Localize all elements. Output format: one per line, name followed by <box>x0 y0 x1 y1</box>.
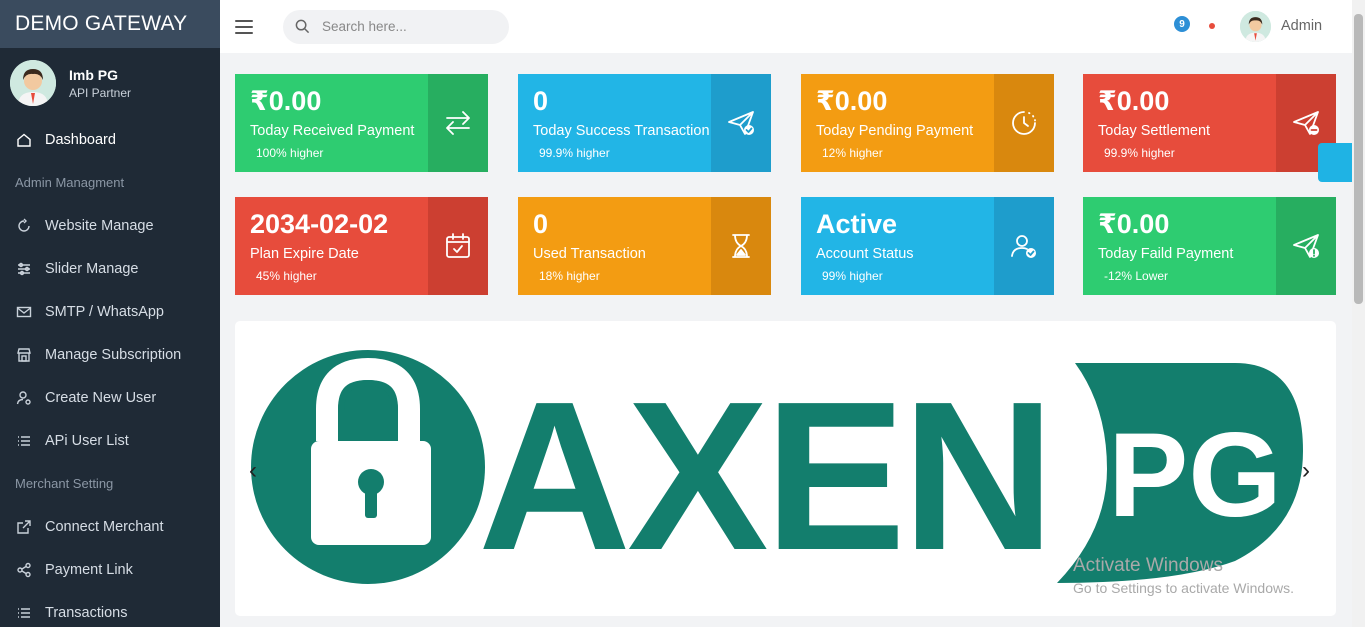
card-trend: 99% higher <box>822 269 883 283</box>
share-icon <box>15 561 33 579</box>
nav-website-manage[interactable]: Website Manage <box>0 204 220 247</box>
notification-badge[interactable]: 9 <box>1174 16 1190 32</box>
card-trend: 12% higher <box>822 146 883 160</box>
nav-slider-manage[interactable]: Slider Manage <box>0 247 220 290</box>
card-label: Plan Expire Date <box>250 246 359 262</box>
stat-card-used-transaction[interactable]: 0 Used Transaction 18% higher <box>518 197 771 295</box>
nav-label: Payment Link <box>45 561 133 578</box>
activation-watermark-title: Activate Windows <box>1073 555 1223 576</box>
search-icon <box>295 19 310 34</box>
card-value: ₹0.00 <box>250 86 322 116</box>
nav-connect-merchant[interactable]: Connect Merchant <box>0 505 220 548</box>
stat-card-settlement[interactable]: ₹0.00 Today Settlement 99.9% higher <box>1083 74 1336 172</box>
card-label: Today Settlement <box>1098 123 1211 139</box>
transfer-icon <box>428 74 488 172</box>
card-value: Active <box>816 209 898 239</box>
card-label: Account Status <box>816 246 914 262</box>
user-avatar[interactable] <box>1240 11 1271 42</box>
user-name[interactable]: Admin <box>1281 18 1322 34</box>
calendar-check-icon <box>428 197 488 295</box>
menu-toggle-icon[interactable] <box>235 19 253 34</box>
stat-card-plan-expire[interactable]: 2034-02-02 Plan Expire Date 45% higher <box>235 197 488 295</box>
nav-label: SMTP / WhatsApp <box>45 303 164 320</box>
card-trend: 18% higher <box>539 269 600 283</box>
nav-label: APi User List <box>45 432 129 449</box>
nav-dashboard[interactable]: Dashboard <box>0 118 220 161</box>
card-value: 0 <box>533 209 549 239</box>
card-label: Today Pending Payment <box>816 123 974 139</box>
sliders-icon <box>15 260 33 278</box>
send-alert-icon <box>1276 197 1336 295</box>
avatar <box>10 60 56 106</box>
card-value: 2034-02-02 <box>250 209 389 239</box>
card-trend: 99.9% higher <box>539 146 610 160</box>
stat-card-failed-payment[interactable]: ₹0.00 Today Faild Payment -12% Lower <box>1083 197 1336 295</box>
nav-manage-subscription[interactable]: Manage Subscription <box>0 333 220 376</box>
card-trend: -12% Lower <box>1104 269 1169 283</box>
card-label: Today Received Payment <box>250 123 415 139</box>
card-label: Used Transaction <box>533 246 646 262</box>
list-icon <box>15 432 33 450</box>
card-trend: 100% higher <box>256 146 324 160</box>
card-label: Today Faild Payment <box>1098 246 1234 262</box>
nav-label: Manage Subscription <box>45 346 182 363</box>
store-icon <box>15 346 33 364</box>
profile-name: Imb PG <box>69 66 119 83</box>
search-input[interactable] <box>322 19 492 34</box>
nav-label: Slider Manage <box>45 260 139 277</box>
card-value: ₹0.00 <box>1098 86 1170 116</box>
nav-smtp-whatsapp[interactable]: SMTP / WhatsApp <box>0 290 220 333</box>
stat-card-pending-payment[interactable]: ₹0.00 Today Pending Payment 12% higher <box>801 74 1054 172</box>
card-value: ₹0.00 <box>1098 209 1170 239</box>
nav-label: Connect Merchant <box>45 518 164 535</box>
user-settings-icon <box>15 389 33 407</box>
logo-badge-text: PG <box>1108 408 1281 542</box>
brand-title[interactable]: DEMO GATEWAY <box>0 0 220 48</box>
home-icon <box>15 131 33 149</box>
nav-label: Dashboard <box>45 131 116 148</box>
sidebar: DEMO GATEWAY Imb PG API Partner Dashboar… <box>0 0 220 627</box>
nav-create-new-user[interactable]: Create New User <box>0 376 220 419</box>
hourglass-icon <box>711 197 771 295</box>
user-check-icon <box>994 197 1054 295</box>
card-trend: 45% higher <box>256 269 317 283</box>
vertical-scrollbar[interactable] <box>1352 0 1365 627</box>
status-dot <box>1209 23 1215 29</box>
external-link-icon <box>15 518 33 536</box>
clock-icon <box>994 74 1054 172</box>
mail-icon <box>15 303 33 321</box>
activation-watermark-text: Go to Settings to activate Windows. <box>1073 580 1294 596</box>
nav-api-user-list[interactable]: APi User List <box>0 419 220 462</box>
card-label: Today Success Transaction <box>533 123 710 139</box>
scrollbar-thumb[interactable] <box>1354 14 1363 304</box>
profile-role: API Partner <box>69 85 132 100</box>
nav-label: Website Manage <box>45 217 154 234</box>
nav-label: Transactions <box>45 604 128 621</box>
stat-card-success-transaction[interactable]: 0 Today Success Transaction 99.9% higher <box>518 74 771 172</box>
card-trend: 99.9% higher <box>1104 146 1175 160</box>
send-check-icon <box>711 74 771 172</box>
list-icon <box>15 604 33 622</box>
settings-side-tab[interactable] <box>1318 143 1352 182</box>
stat-card-received-payment[interactable]: ₹0.00 Today Received Payment 100% higher <box>235 74 488 172</box>
nav-payment-link[interactable]: Payment Link <box>0 548 220 591</box>
nav-heading-merchant: Merchant Setting <box>15 476 114 491</box>
carousel-prev-button[interactable]: ‹ <box>249 457 257 485</box>
nav-label: Create New User <box>45 389 157 406</box>
card-value: 0 <box>533 86 549 116</box>
stat-card-account-status[interactable]: Active Account Status 99% higher <box>801 197 1054 295</box>
nav-transactions[interactable]: Transactions <box>0 591 220 627</box>
card-value: ₹0.00 <box>816 86 888 116</box>
logo-main-text: AXEN <box>478 357 1051 594</box>
topbar: 9 Admin <box>220 0 1352 53</box>
nav-heading-admin: Admin Managment <box>15 175 125 190</box>
refresh-icon <box>15 217 33 235</box>
search-box[interactable] <box>283 9 509 44</box>
carousel-next-button[interactable]: › <box>1302 457 1310 485</box>
profile: Imb PG API Partner <box>0 48 220 118</box>
